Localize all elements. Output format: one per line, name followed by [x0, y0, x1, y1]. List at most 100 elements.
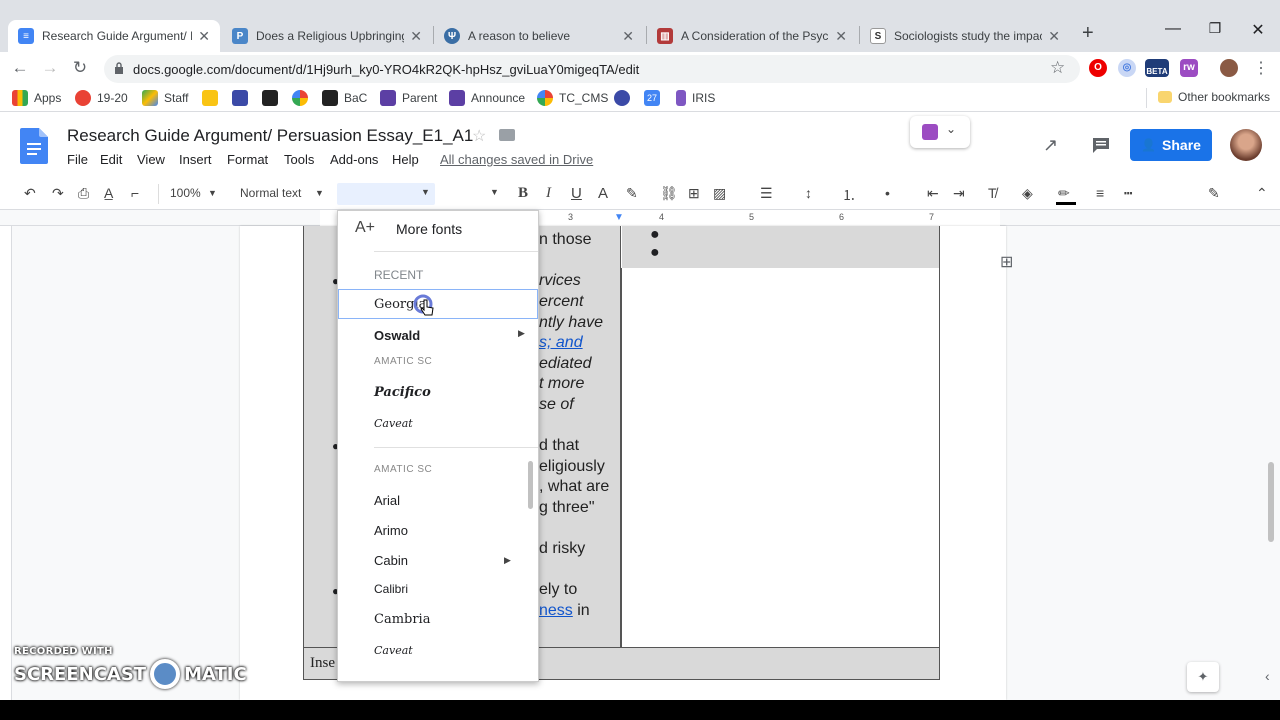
paint-format-icon[interactable]: ⌐ — [131, 185, 139, 201]
menu-format[interactable]: Format — [227, 152, 268, 167]
link-icon[interactable]: ⛓ — [660, 185, 678, 202]
bookmark-parent[interactable]: Parent — [380, 90, 437, 106]
read-write-toolbar-toggle[interactable]: ⌄ — [910, 116, 970, 148]
numbered-list-icon[interactable]: ⒈ — [842, 185, 856, 205]
bookmark-star-icon[interactable]: ☆ — [1050, 58, 1065, 78]
close-tab-icon[interactable]: ✕ — [198, 28, 210, 45]
share-button[interactable]: 👤 Share — [1130, 129, 1212, 161]
scrollbar-thumb[interactable] — [1268, 462, 1274, 542]
read-write-extension-icon[interactable]: rw — [1180, 59, 1198, 77]
new-tab-button[interactable]: + — [1082, 22, 1094, 45]
font-item-pacifico[interactable]: Pacifico — [374, 385, 431, 400]
fill-color-icon[interactable]: ◈ — [1022, 185, 1033, 202]
bookmark-bac[interactable]: BaC — [322, 90, 367, 106]
redo-icon[interactable]: ↷ — [52, 185, 64, 202]
underline-icon[interactable]: U — [571, 185, 582, 202]
undo-icon[interactable]: ↶ — [24, 185, 36, 202]
ruler-indent-marker[interactable]: ▼ — [614, 212, 624, 223]
font-item-caveat[interactable]: Caveat — [374, 644, 413, 657]
editing-mode-icon[interactable]: ✎ — [1208, 185, 1220, 202]
border-dash-icon[interactable]: ┅ — [1124, 185, 1132, 202]
menu-insert[interactable]: Insert — [179, 152, 212, 167]
opera-extension-icon[interactable]: O — [1089, 59, 1107, 77]
menu-view[interactable]: View — [137, 152, 165, 167]
highlight-icon[interactable]: ✎ — [626, 185, 638, 202]
bookmark-announce[interactable]: Announce — [449, 90, 525, 106]
address-bar[interactable]: docs.google.com/document/d/1Hj9urh_ky0-Y… — [104, 55, 1080, 83]
line-spacing-icon[interactable]: ↕ — [805, 185, 812, 201]
italic-icon[interactable]: I — [546, 185, 551, 202]
chrome-menu-icon[interactable]: ⋮ — [1253, 58, 1269, 78]
font-item-amatic-sc[interactable]: AMATIC SC — [374, 464, 432, 475]
border-color-icon[interactable]: ✏ — [1058, 185, 1070, 202]
text-color-icon[interactable]: A — [598, 185, 608, 202]
style-select[interactable]: Normal text — [240, 186, 301, 200]
menu-scrollbar-thumb[interactable] — [528, 461, 533, 509]
profile-avatar[interactable] — [1220, 59, 1238, 77]
decrease-indent-icon[interactable]: ⇤ — [927, 185, 939, 202]
print-icon[interactable]: ⎙ — [78, 185, 89, 202]
font-item-cambria[interactable]: Cambria — [374, 612, 430, 627]
tab-reason-to-believe[interactable]: Ψ A reason to believe ✕ — [434, 20, 644, 52]
border-width-icon[interactable]: ≡ — [1096, 185, 1104, 201]
tab-research-guide[interactable]: ≡ Research Guide Argument/ Pe ✕ — [8, 20, 220, 52]
extension-icon[interactable]: ◎ — [1118, 59, 1136, 77]
side-panel-toggle-icon[interactable]: ‹ — [1265, 668, 1270, 684]
document-title[interactable]: Research Guide Argument/ Persuasion Essa… — [67, 126, 473, 146]
menu-file[interactable]: File — [67, 152, 88, 167]
font-size-select[interactable]: ▼ — [442, 183, 502, 205]
bookmark-iris[interactable]: IRIS — [676, 90, 715, 106]
close-window-icon[interactable]: ✕ — [1238, 20, 1278, 40]
forward-arrow-icon[interactable]: → — [38, 58, 62, 78]
clear-formatting-icon[interactable]: T̸ — [988, 185, 997, 201]
account-avatar[interactable] — [1230, 129, 1262, 161]
table-cell-right[interactable] — [621, 268, 940, 648]
back-arrow-icon[interactable]: ← — [8, 58, 32, 78]
bookmark-apps[interactable]: Apps — [12, 90, 61, 106]
zoom-select[interactable]: 100% — [170, 186, 201, 200]
spellcheck-icon[interactable]: A̲ — [104, 185, 113, 201]
font-item-arimo[interactable]: Arimo — [374, 523, 408, 538]
bookmark-quizlet[interactable] — [614, 90, 636, 106]
bookmark-book[interactable] — [262, 90, 284, 106]
menu-help[interactable]: Help — [392, 152, 419, 167]
align-left-icon[interactable]: ☰ — [760, 185, 773, 202]
tab-sociologists[interactable]: S Sociologists study the impact ✕ — [860, 20, 1070, 52]
bulleted-list-icon[interactable]: • — [885, 185, 890, 201]
font-item-georgia-highlight[interactable] — [338, 289, 538, 319]
comment-icon[interactable] — [1092, 137, 1110, 153]
collapse-menu-icon[interactable]: ⌃ — [1256, 185, 1268, 202]
font-family-select[interactable]: ▼ — [337, 183, 435, 205]
font-item-caveat[interactable]: Caveat — [374, 417, 413, 430]
minimize-icon[interactable]: — — [1153, 20, 1193, 38]
bookmark-photos[interactable] — [292, 90, 314, 106]
menu-tools[interactable]: Tools — [284, 152, 314, 167]
star-icon[interactable]: ☆ — [472, 126, 486, 146]
close-tab-icon[interactable]: ✕ — [410, 28, 422, 45]
restore-icon[interactable]: ❐ — [1195, 20, 1235, 37]
bookmark-classroom[interactable] — [202, 90, 224, 106]
tab-psychology[interactable]: ▥ A Consideration of the Psychol ✕ — [647, 20, 857, 52]
font-item-cabin[interactable]: Cabin — [374, 553, 408, 568]
bold-icon[interactable]: B — [518, 185, 528, 202]
close-tab-icon[interactable]: ✕ — [1048, 28, 1060, 45]
save-status[interactable]: All changes saved in Drive — [440, 152, 593, 167]
increase-indent-icon[interactable]: ⇥ — [953, 185, 965, 202]
tab-religious-upbringing[interactable]: P Does a Religious Upbringing P ✕ — [222, 20, 432, 52]
reload-icon[interactable]: ↻ — [68, 58, 92, 78]
font-item-oswald[interactable]: Oswald — [374, 328, 420, 343]
bookmark-calendar[interactable] — [232, 90, 254, 106]
bookmark-tc-cms[interactable]: TC_CMS — [537, 90, 608, 106]
explore-button[interactable]: ✦ — [1187, 662, 1219, 692]
font-item-amatic-sc[interactable]: AMATIC SC — [374, 356, 432, 367]
google-docs-logo-icon[interactable] — [20, 128, 48, 164]
bookmark-calendar-27[interactable]: 27 — [644, 90, 666, 106]
move-folder-icon[interactable] — [499, 129, 515, 141]
close-tab-icon[interactable]: ✕ — [835, 28, 847, 45]
more-fonts-item[interactable]: More fonts — [396, 221, 462, 237]
other-bookmarks[interactable]: Other bookmarks — [1158, 90, 1270, 104]
font-item-calibri[interactable]: Calibri — [374, 582, 408, 596]
table-cell-right-header[interactable] — [622, 226, 940, 268]
menu-add-ons[interactable]: Add-ons — [330, 152, 378, 167]
font-item-arial[interactable]: Arial — [374, 493, 400, 508]
